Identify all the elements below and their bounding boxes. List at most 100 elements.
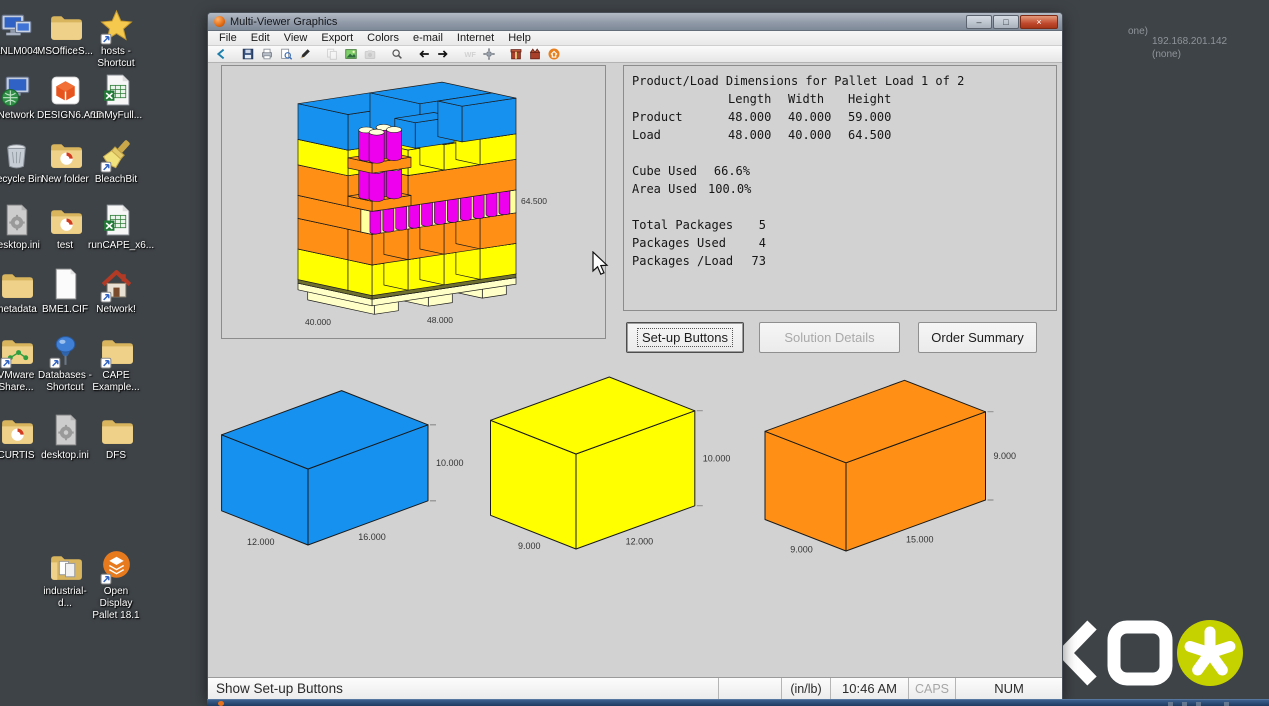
tray-icon[interactable] <box>1196 702 1201 706</box>
package-row: Packages Used4 <box>632 234 1048 252</box>
tray-icon[interactable] <box>1182 702 1187 706</box>
desktop-icon-open-display[interactable]: Open Display Pallet 18.1 <box>88 548 144 621</box>
desktop-icon-test[interactable]: test <box>37 202 93 252</box>
home-icon[interactable] <box>545 47 562 62</box>
menu-email[interactable]: e-mail <box>406 32 450 44</box>
tray-icon[interactable] <box>1168 702 1173 706</box>
design-cube-icon <box>47 72 84 109</box>
menu-bar: FileEditViewExportColorse-mailInternetHe… <box>208 31 1062 46</box>
globe-computer-icon <box>0 72 35 109</box>
solution-details-button[interactable]: Solution Details <box>759 322 900 353</box>
close-button[interactable]: × <box>1020 15 1058 29</box>
blue-box-height-label: 10.000 <box>436 458 464 468</box>
desktop-icon-bleachbit[interactable]: BleachBit <box>88 136 144 186</box>
menu-colors[interactable]: Colors <box>360 32 406 44</box>
nav-forward-icon[interactable] <box>434 47 451 62</box>
ini-doc-icon <box>0 202 35 239</box>
desktop-icon-industrial-d[interactable]: industrial-d... <box>37 548 93 610</box>
desktop-icon-label: test <box>37 240 93 252</box>
status-num-indicator: NUM <box>956 678 1062 699</box>
svg-text:WF: WF <box>464 50 476 59</box>
back-icon[interactable] <box>212 47 229 62</box>
orange-box-depth-label: 9.000 <box>790 544 813 554</box>
folder-net-icon <box>0 332 35 369</box>
house-icon <box>98 266 135 303</box>
orange-app-icon <box>98 548 135 585</box>
product-box-orange: 9.00015.0009.000 <box>754 379 1044 584</box>
desktop-icon-bme1-cif[interactable]: BME1.CIF <box>37 266 93 316</box>
print-icon[interactable] <box>258 47 275 62</box>
menu-help[interactable]: Help <box>501 32 538 44</box>
maximize-button[interactable]: □ <box>993 15 1019 29</box>
product-box-blue: 12.00016.00010.000 <box>216 383 486 588</box>
status-caps-indicator: CAPS <box>909 678 956 699</box>
desktop-icon-label: desktop.ini <box>37 450 93 462</box>
desktop-icon-label: Databases - Shortcut <box>37 370 93 394</box>
esko-o-letter <box>1114 627 1166 679</box>
product-box-yellow: 9.000 12.000 10.000 <box>484 373 754 585</box>
setup-buttons-button[interactable]: Set-up Buttons <box>626 322 744 353</box>
excel-doc-icon <box>98 72 135 109</box>
desktop-icon-network[interactable]: Network! <box>88 266 144 316</box>
desktop-icon-runcape-x6[interactable]: runCAPE_x6... <box>88 202 144 252</box>
yellow-box-depth-label: 9.000 <box>518 541 541 551</box>
title-bar[interactable]: Multi-Viewer Graphics – □ × <box>208 13 1062 31</box>
package-row: Packages /Load73 <box>632 252 1048 270</box>
menu-edit[interactable]: Edit <box>244 32 277 44</box>
desktop-icon-msoffices[interactable]: MSOfficeS... <box>37 8 93 58</box>
desktop-icon-desktop-ini[interactable]: desktop.ini <box>37 412 93 462</box>
zoom-icon[interactable] <box>388 47 405 62</box>
menu-file[interactable]: File <box>212 32 244 44</box>
desktop-icon-label: Network! <box>88 304 144 316</box>
taskbar[interactable] <box>207 699 1269 706</box>
desktop-icon-label: Open Display Pallet 18.1 <box>88 586 144 621</box>
print-preview-icon[interactable] <box>277 47 294 62</box>
status-units: (in/lb) <box>782 678 831 699</box>
desktop-icon-label: BleachBit <box>88 174 144 186</box>
desktop-icon-label: DESIGN6.A3D <box>37 110 93 122</box>
window-title: Multi-Viewer Graphics <box>230 16 965 28</box>
ini-doc-icon <box>47 412 84 449</box>
desktop-icon-new-folder[interactable]: New folder <box>37 136 93 186</box>
annotate-icon[interactable] <box>296 47 313 62</box>
pallet-load-viewport[interactable]: 40.00048.00064.500 <box>221 65 606 339</box>
settings-icon[interactable] <box>480 47 497 62</box>
orange-box-length-label: 15.000 <box>906 535 934 545</box>
order-summary-button[interactable]: Order Summary <box>918 322 1037 353</box>
folder-icon <box>47 8 84 45</box>
desktop-icon-runmyfull[interactable]: runMyFull... <box>88 72 144 122</box>
blue-box-depth-label: 12.000 <box>247 537 275 547</box>
desktop-icon-label: hosts - Shortcut <box>88 46 144 70</box>
load-info-panel: Product/Load Dimensions for Pallet Load … <box>623 65 1057 311</box>
taskbar-app-icon[interactable] <box>218 701 224 706</box>
tray-clock[interactable] <box>1224 702 1229 706</box>
nav-back-icon[interactable] <box>415 47 432 62</box>
copy-icon <box>323 47 340 62</box>
computer-icon <box>0 8 35 45</box>
desktop-icon-hosts[interactable]: hosts - Shortcut <box>88 8 144 70</box>
folder-icon <box>0 266 35 303</box>
yellow-box-length-label: 12.000 <box>626 536 654 546</box>
info-title: Product/Load Dimensions for Pallet Load … <box>632 72 1048 90</box>
desktop-icon-dfs[interactable]: DFS <box>88 412 144 462</box>
package-closed-icon[interactable] <box>507 47 524 62</box>
desktop-icon-label: MSOfficeS... <box>37 46 93 58</box>
pallet-height-label: 64.500 <box>521 196 547 206</box>
status-message: Show Set-up Buttons <box>208 678 719 699</box>
menu-internet[interactable]: Internet <box>450 32 501 44</box>
minimize-button[interactable]: – <box>966 15 992 29</box>
save-icon[interactable] <box>239 47 256 62</box>
menu-view[interactable]: View <box>277 32 315 44</box>
desktop-icon-label: runCAPE_x6... <box>88 240 144 252</box>
desktop-icon-label: BME1.CIF <box>37 304 93 316</box>
desktop-icon-databases[interactable]: Databases - Shortcut <box>37 332 93 394</box>
desktop-icon-label: CAPE Example... <box>88 370 144 394</box>
desktop-icon-cape[interactable]: CAPE Example... <box>88 332 144 394</box>
desktop-icon-design6-a3d[interactable]: DESIGN6.A3D <box>37 72 93 122</box>
package-open-icon[interactable] <box>526 47 543 62</box>
menu-export[interactable]: Export <box>314 32 360 44</box>
desktop-overlay-none: (none) <box>1152 49 1181 60</box>
folder-red-icon <box>47 202 84 239</box>
image-icon[interactable] <box>342 47 359 62</box>
yellow-box-height-label: 10.000 <box>703 453 731 463</box>
